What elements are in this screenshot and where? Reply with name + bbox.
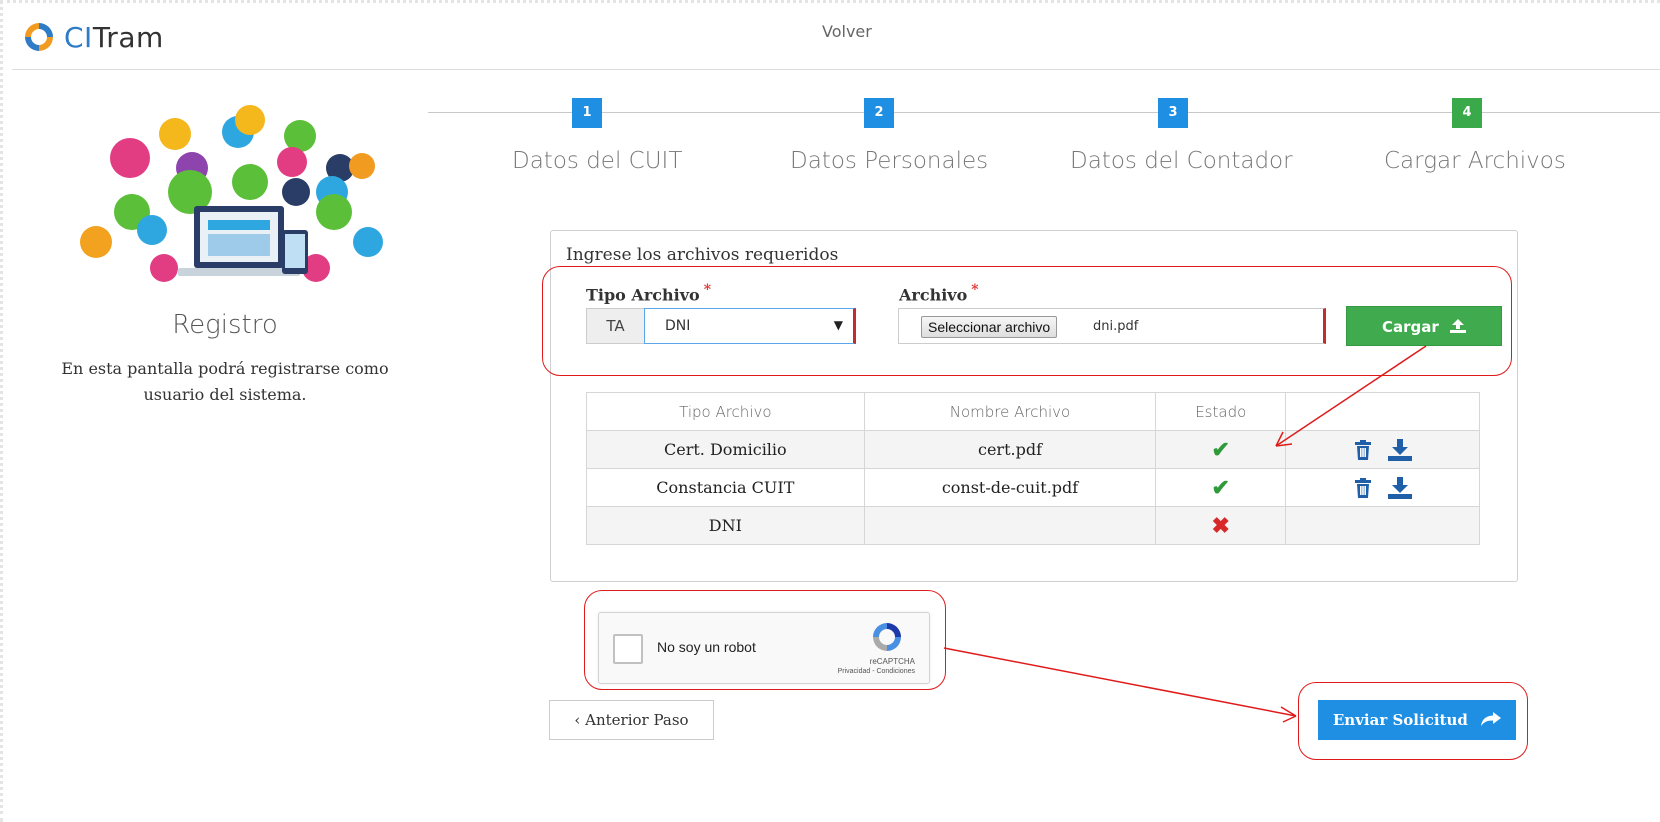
required-mark: *: [971, 282, 979, 298]
upload-icon: [1450, 319, 1467, 333]
captcha-label: No soy un robot: [657, 639, 756, 655]
file-name: dni.pdf: [1093, 319, 1139, 334]
recaptcha-widget: No soy un robot reCAPTCHA Privacidad - C…: [598, 612, 930, 684]
actions-cell: [1285, 430, 1480, 469]
send-request-button[interactable]: Enviar Solicitud: [1318, 700, 1516, 740]
download-icon[interactable]: [1387, 438, 1412, 461]
check-icon: ✔: [1211, 474, 1230, 501]
download-icon[interactable]: [1387, 476, 1412, 499]
cross-icon: ✖: [1211, 512, 1230, 539]
trash-icon[interactable]: [1354, 477, 1372, 498]
step-label: Datos del Contador: [1070, 148, 1293, 174]
step-number: 1: [572, 98, 602, 128]
step-number: 3: [1158, 98, 1188, 128]
share-arrow-icon: [1481, 712, 1502, 726]
tipo-label-text: Tipo Archivo: [586, 285, 700, 305]
top-bar: CITram Volver: [12, 0, 1660, 70]
step-label: Datos Personales: [790, 148, 989, 174]
archivo-label: Archivo *: [899, 282, 979, 304]
step-label: Datos del CUIT: [512, 148, 683, 174]
select-value: DNI: [665, 318, 691, 334]
brand-suffix: Tram: [92, 20, 164, 54]
tipo-addon: TA: [586, 308, 644, 344]
required-mark: *: [703, 282, 712, 298]
actions-cell: [1285, 468, 1480, 507]
step-label: Cargar Archivos: [1384, 148, 1566, 174]
back-link[interactable]: Volver: [822, 22, 872, 41]
registration-title: Registro: [172, 310, 278, 340]
panel-title: Ingrese los archivos requeridos: [566, 245, 839, 265]
captcha-checkbox[interactable]: [613, 634, 643, 664]
tipo-cell: Cert. Domicilio: [586, 430, 865, 469]
captcha-brand: reCAPTCHA: [869, 657, 915, 666]
brand-prefix: CI: [64, 20, 93, 54]
registration-description: En esta pantalla podrá registrarse como …: [61, 359, 389, 404]
files-table: Tipo Archivo Nombre Archivo Estado Cert.…: [586, 392, 1480, 545]
caret-down-icon: ▼: [833, 318, 843, 332]
estado-cell: ✔: [1155, 430, 1287, 469]
send-label: Enviar Solicitud: [1332, 711, 1468, 729]
tipo-cell: Constancia CUIT: [586, 468, 865, 507]
step-number: 2: [864, 98, 894, 128]
brand-logo[interactable]: CITram: [22, 20, 164, 54]
recaptcha-icon: [873, 623, 901, 651]
column-header: [1285, 392, 1480, 431]
upload-button[interactable]: Cargar: [1346, 306, 1502, 346]
brand-name: CITram: [64, 21, 164, 54]
tipo-cell: DNI: [586, 506, 865, 545]
nombre-cell: const-de-cuit.pdf: [863, 468, 1157, 507]
check-icon: ✔: [1211, 436, 1230, 463]
nombre-cell: [863, 506, 1157, 545]
estado-cell: ✖: [1155, 506, 1287, 545]
tipo-archivo-select[interactable]: DNI ▼: [644, 308, 856, 344]
registration-illustration: [80, 105, 383, 282]
column-header: Tipo Archivo: [586, 392, 865, 431]
select-file-button[interactable]: Seleccionar archivo: [921, 316, 1058, 338]
upload-label: Cargar: [1381, 318, 1439, 336]
trash-icon[interactable]: [1354, 439, 1372, 460]
table-row: Cert. Domicilio cert.pdf ✔: [586, 430, 1480, 469]
table-row: DNI ✖: [586, 506, 1480, 545]
tipo-archivo-label: Tipo Archivo *: [586, 282, 711, 304]
column-header: Nombre Archivo: [863, 392, 1157, 431]
previous-step-button[interactable]: ‹ Anterior Paso: [549, 700, 714, 740]
table-row: Constancia CUIT const-de-cuit.pdf ✔: [586, 468, 1480, 507]
nombre-cell: cert.pdf: [863, 430, 1157, 469]
estado-cell: ✔: [1155, 468, 1287, 507]
captcha-links[interactable]: Privacidad - Condiciones: [838, 668, 915, 675]
citram-logo-icon: [25, 23, 53, 51]
column-header: Estado: [1155, 392, 1287, 431]
step-number: 4: [1452, 98, 1482, 128]
actions-cell: [1285, 506, 1480, 545]
archivo-label-text: Archivo: [899, 285, 968, 305]
file-input[interactable]: Seleccionar archivo dni.pdf: [898, 308, 1326, 344]
